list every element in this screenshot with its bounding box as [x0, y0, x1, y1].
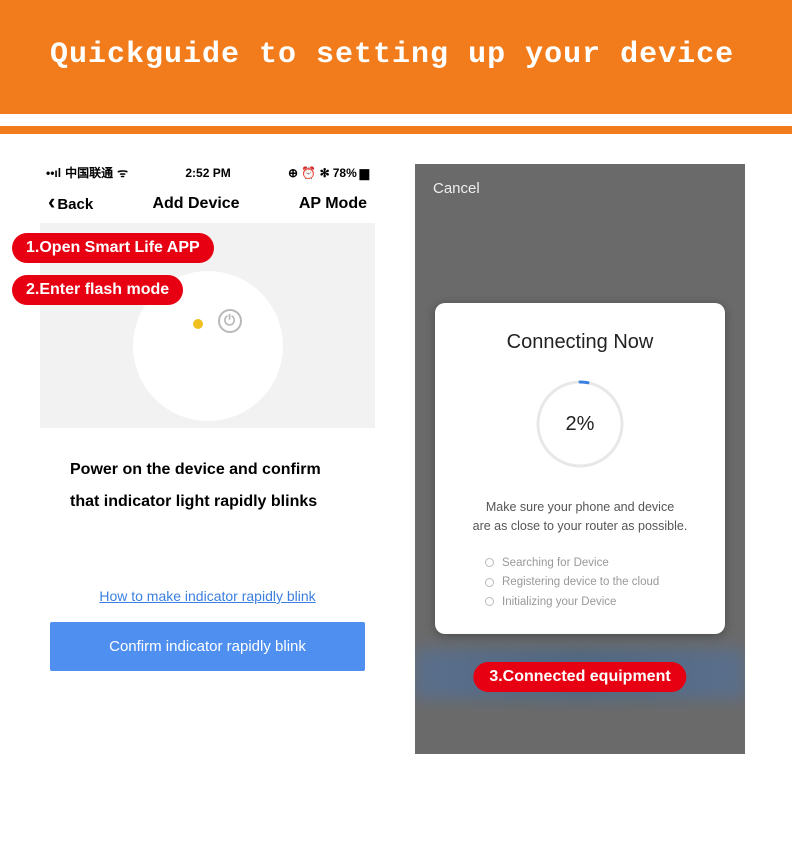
- callout-badge-1: 1.Open Smart Life APP: [12, 233, 214, 263]
- instruction-text: Power on the device and confirm that ind…: [40, 428, 375, 518]
- callout-badge-2: 2.Enter flash mode: [12, 275, 183, 305]
- modal-sub-line-2: are as close to your router as possible.: [455, 517, 705, 536]
- modal-subtext: Make sure your phone and device are as c…: [455, 498, 705, 536]
- callout-badge-3: 3.Connected equipment: [473, 662, 686, 692]
- signal-bars: ••ıl: [46, 166, 61, 180]
- nav-title: Add Device: [152, 195, 239, 213]
- mode-toggle[interactable]: AP Mode: [299, 195, 367, 213]
- device-illustration-area: 1.Open Smart Life APP 2.Enter flash mode: [40, 223, 375, 428]
- confirm-button[interactable]: Confirm indicator rapidly blink: [50, 622, 365, 671]
- carrier-label: 中国联通: [65, 164, 113, 181]
- power-icon: [218, 309, 242, 333]
- connection-steps: Searching for Device Registering device …: [455, 554, 705, 613]
- step-item: Initializing your Device: [485, 593, 705, 613]
- phone-left-screenshot: ••ıl 中国联通 ᯤ 2:52 PM ⊕ ⏰ ✻ 78% ▆ Back Add…: [40, 164, 375, 671]
- battery-pct: 78%: [333, 166, 357, 180]
- back-label: Back: [57, 196, 93, 213]
- progress-ring: 2%: [532, 376, 628, 472]
- header-divider: [0, 126, 792, 134]
- page-title: Quickguide to setting up your device: [50, 38, 772, 72]
- back-button[interactable]: Back: [48, 196, 93, 213]
- step-item: Registering device to the cloud: [485, 573, 705, 593]
- progress-percent: 2%: [532, 376, 628, 472]
- phone-right-screenshot: Cancel Connecting Now 2% Make sure your …: [415, 164, 745, 754]
- cancel-button[interactable]: Cancel: [415, 164, 745, 213]
- status-icons: ⊕ ⏰ ✻: [288, 166, 330, 180]
- step-label: Searching for Device: [502, 557, 609, 569]
- instruction-line-1: Power on the device and confirm: [70, 454, 345, 486]
- wifi-icon: ᯤ: [117, 164, 128, 181]
- modal-sub-line-1: Make sure your phone and device: [455, 498, 705, 517]
- status-time: 2:52 PM: [185, 166, 230, 180]
- instruction-line-2: that indicator light rapidly blinks: [70, 486, 345, 518]
- step-item: Searching for Device: [485, 554, 705, 574]
- page-header: Quickguide to setting up your device: [0, 0, 792, 114]
- status-bar: ••ıl 中国联通 ᯤ 2:52 PM ⊕ ⏰ ✻ 78% ▆: [40, 164, 375, 189]
- help-link[interactable]: How to make indicator rapidly blink: [40, 588, 375, 604]
- modal-title: Connecting Now: [455, 331, 705, 354]
- step-label: Registering device to the cloud: [502, 576, 659, 588]
- chevron-left-icon: [48, 196, 55, 213]
- indicator-dot-icon: [193, 319, 203, 329]
- step-label: Initializing your Device: [502, 596, 616, 608]
- battery-icon: ▆: [360, 166, 369, 180]
- content-row: ••ıl 中国联通 ᯤ 2:52 PM ⊕ ⏰ ✻ 78% ▆ Back Add…: [0, 134, 792, 754]
- connecting-modal: Connecting Now 2% Make sure your phone a…: [435, 303, 725, 634]
- nav-bar: Back Add Device AP Mode: [40, 189, 375, 223]
